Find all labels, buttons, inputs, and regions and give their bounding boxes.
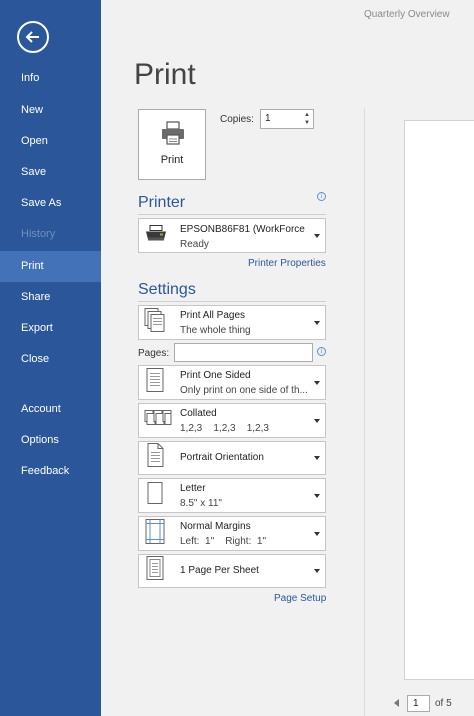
paper-size-icon	[144, 480, 166, 511]
paper-size-dimensions: 8.5" x 11"	[180, 498, 222, 509]
spin-up-icon[interactable]: ▲	[303, 111, 311, 119]
chevron-down-icon	[314, 418, 320, 423]
page-setup-link[interactable]: Page Setup	[274, 593, 326, 604]
collation-select[interactable]: Collated 1,2,3 1,2,3 1,2,3	[138, 403, 326, 438]
pages-input[interactable]	[174, 343, 313, 362]
print-preview-page	[404, 120, 474, 680]
margins-select[interactable]: Normal Margins Left: 1" Right: 1"	[138, 516, 326, 551]
pages-label: Pages:	[138, 348, 170, 359]
divider	[138, 301, 326, 302]
spin-down-icon[interactable]: ▼	[303, 119, 311, 127]
margins-description: Left: 1" Right: 1"	[180, 536, 267, 547]
orientation-select[interactable]: Portrait Orientation	[138, 441, 326, 475]
settings-heading: Settings	[138, 281, 196, 298]
backstage-sidebar: Info New Open Save Save As History Print…	[0, 0, 101, 716]
chevron-down-icon	[314, 380, 320, 385]
print-what-select[interactable]: Print All Pages The whole thing	[138, 305, 326, 340]
sidebar-item-history: History	[21, 228, 56, 240]
sidebar-item-open[interactable]: Open	[0, 126, 101, 157]
margins-value: Normal Margins	[180, 521, 251, 532]
printer-name: EPSONB86F81 (WorkForce 8...	[180, 224, 308, 235]
copies-label: Copies:	[220, 114, 254, 125]
print-button-label: Print	[160, 154, 184, 166]
sidebar-item-share[interactable]: Share	[0, 282, 101, 313]
printer-heading: Printer	[138, 194, 186, 211]
chevron-down-icon	[314, 493, 320, 498]
chevron-down-icon	[314, 233, 320, 238]
pages-per-sheet-select[interactable]: 1 Page Per Sheet	[138, 554, 326, 588]
sidebar-item-save-as[interactable]: Save As	[0, 188, 101, 219]
sidebar-item-save[interactable]: Save	[0, 157, 101, 188]
print-what-description: The whole thing	[180, 325, 251, 336]
print-backstage: Quarterly Overview Print Print Copies: 1…	[101, 0, 474, 716]
document-title: Quarterly Overview	[364, 9, 450, 20]
sidebar-item-info[interactable]: Info	[0, 63, 101, 94]
sidebar-item-close[interactable]: Close	[0, 344, 101, 375]
sidebar-item-new[interactable]: New	[0, 95, 101, 126]
printer-status: Ready	[180, 239, 209, 250]
current-page-input[interactable]: 1	[407, 695, 430, 712]
copies-value: 1	[265, 113, 271, 124]
sidebar-item-feedback[interactable]: Feedback	[0, 456, 101, 487]
page-count: of 5	[435, 698, 452, 709]
sides-description: Only print on one side of th...	[180, 385, 308, 396]
pages-per-sheet-icon	[144, 556, 166, 587]
print-what-value: Print All Pages	[180, 310, 246, 321]
sides-select[interactable]: Print One Sided Only print on one side o…	[138, 365, 326, 400]
printer-device-icon	[144, 223, 168, 248]
printer-icon	[160, 120, 186, 151]
one-sided-icon	[144, 367, 166, 398]
back-arrow-icon[interactable]	[17, 21, 49, 53]
sidebar-item-options[interactable]: Options	[0, 425, 101, 456]
copies-spinbox[interactable]: 1 ▲ ▼	[260, 109, 314, 129]
print-button[interactable]: Print	[138, 109, 206, 180]
chevron-down-icon	[314, 456, 320, 460]
paper-size-value: Letter	[180, 483, 206, 494]
preview-divider	[364, 108, 365, 716]
margins-icon	[144, 518, 166, 549]
sidebar-item-account[interactable]: Account	[0, 394, 101, 425]
portrait-page-icon	[144, 443, 166, 474]
info-icon[interactable]: i	[317, 347, 326, 356]
pages-stack-icon	[144, 307, 166, 338]
collation-value: Collated	[180, 408, 217, 419]
chevron-down-icon	[314, 320, 320, 325]
printer-properties-link[interactable]: Printer Properties	[248, 258, 326, 269]
orientation-value: Portrait Orientation	[180, 452, 264, 463]
sidebar-item-print[interactable]: Print	[0, 251, 101, 282]
pages-per-sheet-value: 1 Page Per Sheet	[180, 565, 259, 576]
previous-page-icon[interactable]	[394, 699, 399, 707]
info-icon[interactable]: i	[317, 192, 326, 201]
chevron-down-icon	[314, 531, 320, 536]
collated-icon	[144, 407, 172, 434]
sidebar-item-export[interactable]: Export	[0, 313, 101, 344]
collation-description: 1,2,3 1,2,3 1,2,3	[180, 423, 269, 434]
paper-size-select[interactable]: Letter 8.5" x 11"	[138, 478, 326, 513]
page-title: Print	[134, 58, 196, 91]
printer-select[interactable]: EPSONB86F81 (WorkForce 8... Ready	[138, 218, 326, 253]
divider	[138, 214, 326, 215]
chevron-down-icon	[314, 569, 320, 573]
sides-value: Print One Sided	[180, 370, 251, 381]
